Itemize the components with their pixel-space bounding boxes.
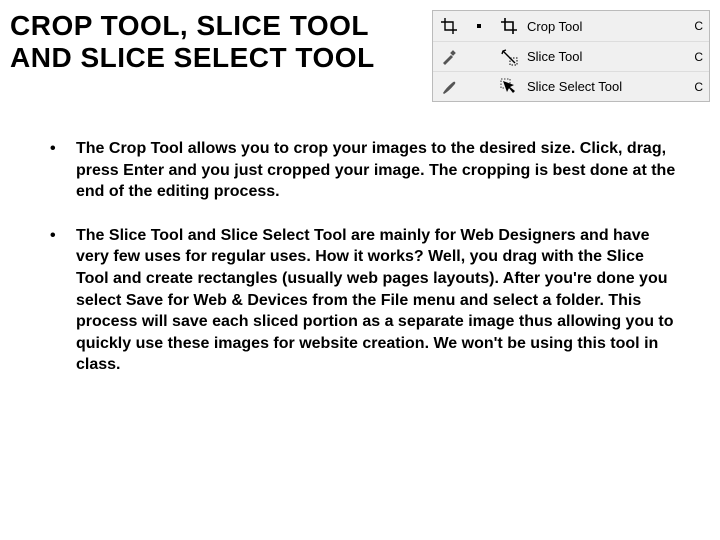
tool-flyout-panel: Crop Tool C Slice Tool C — [432, 10, 710, 102]
content-area: The Crop Tool allows you to crop your im… — [0, 102, 720, 376]
slice-select-icon — [497, 78, 521, 96]
tool-row-slice[interactable]: Slice Tool C — [433, 41, 709, 71]
tool-row-slice-select[interactable]: Slice Select Tool C — [433, 71, 709, 101]
crop-icon-small — [437, 17, 461, 35]
tool-label: Slice Select Tool — [527, 79, 683, 94]
tool-label: Crop Tool — [527, 19, 683, 34]
tool-shortcut: C — [689, 80, 703, 94]
tool-label: Slice Tool — [527, 49, 683, 64]
brush-icon — [437, 78, 461, 96]
slice-icon — [497, 48, 521, 66]
eyedropper-icon — [437, 48, 461, 66]
tool-shortcut: C — [689, 19, 703, 33]
bullet-list: The Crop Tool allows you to crop your im… — [50, 138, 676, 376]
selected-dot-icon — [467, 24, 491, 28]
page-title: CROP TOOL, SLICE TOOL AND SLICE SELECT T… — [10, 10, 424, 74]
list-item: The Slice Tool and Slice Select Tool are… — [50, 225, 676, 376]
tool-shortcut: C — [689, 50, 703, 64]
tool-row-crop[interactable]: Crop Tool C — [433, 11, 709, 41]
crop-icon — [497, 17, 521, 35]
list-item: The Crop Tool allows you to crop your im… — [50, 138, 676, 203]
